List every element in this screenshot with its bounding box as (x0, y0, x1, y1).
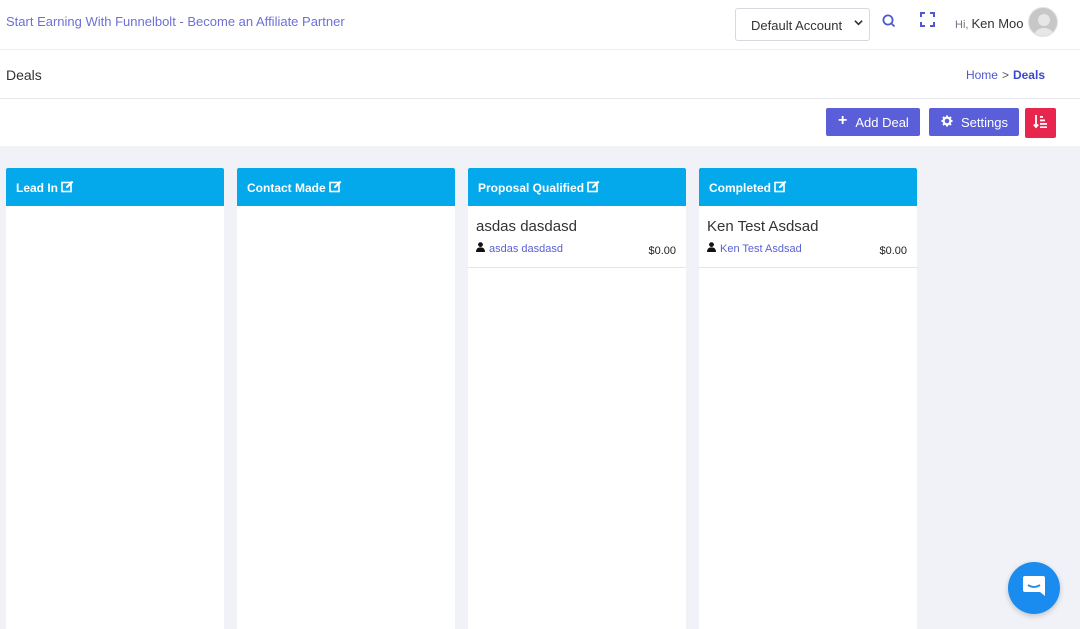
column-header: Proposal Qualified (468, 168, 686, 206)
settings-button[interactable]: Settings (929, 108, 1019, 136)
deal-contact-name: Ken Test Asdsad (720, 242, 802, 255)
user-greeting[interactable]: Hi, Ken Moo (955, 16, 1024, 31)
column-title: Contact Made (247, 181, 326, 195)
chevron-down-icon (854, 18, 863, 30)
sort-amount-icon (1033, 114, 1048, 132)
breadcrumb-home-link[interactable]: Home (966, 68, 998, 82)
deal-contact-link[interactable]: Ken Test Asdsad (707, 242, 802, 255)
add-deal-label: Add Deal (855, 114, 909, 130)
affiliate-promo-link[interactable]: Start Earning With Funnelbolt - Become a… (6, 14, 345, 29)
account-select[interactable]: Default Account (735, 8, 870, 41)
deal-amount: $0.00 (648, 245, 676, 257)
deal-title: Ken Test Asdsad (707, 218, 819, 235)
breadcrumb: Home > Deals (966, 68, 1045, 82)
deal-amount: $0.00 (879, 245, 907, 257)
add-deal-button[interactable]: + Add Deal (826, 108, 920, 136)
person-icon (476, 242, 485, 255)
column-header: Lead In (6, 168, 224, 206)
breadcrumb-separator: > (1001, 68, 1009, 82)
toolbar: + Add Deal Settings (0, 99, 1080, 146)
column-contact-made: Contact Made (237, 168, 455, 629)
gear-icon (941, 115, 953, 130)
settings-label: Settings (961, 114, 1008, 130)
page-title: Deals (6, 67, 42, 83)
account-select-value: Default Account (751, 18, 843, 33)
greeting-prefix: Hi, (955, 19, 969, 31)
avatar[interactable] (1028, 7, 1058, 37)
column-completed: Completed Ken Test Asdsad Ken Test Asdsa… (699, 168, 917, 629)
column-proposal-qualified: Proposal Qualified asdas dasdasd asdas d… (468, 168, 686, 629)
edit-icon[interactable] (774, 180, 787, 196)
column-title: Proposal Qualified (478, 181, 585, 195)
page-header: Deals Home > Deals (0, 50, 1080, 99)
column-header: Completed (699, 168, 917, 206)
deal-contact-name: asdas dasdasd (489, 242, 563, 255)
edit-icon[interactable] (587, 180, 600, 196)
column-title: Completed (709, 181, 772, 195)
top-bar: Start Earning With Funnelbolt - Become a… (0, 0, 1080, 50)
user-name: Ken Moo (971, 16, 1024, 31)
edit-icon[interactable] (61, 180, 74, 196)
sort-button[interactable] (1025, 108, 1056, 138)
person-icon (707, 242, 716, 255)
column-lead-in: Lead In (6, 168, 224, 629)
chat-launcher-button[interactable] (1008, 562, 1060, 614)
deal-card[interactable]: Ken Test Asdsad Ken Test Asdsad $0.00 (699, 206, 917, 268)
deal-card[interactable]: asdas dasdasd asdas dasdasd $0.00 (468, 206, 686, 268)
column-title: Lead In (16, 181, 59, 195)
deal-title: asdas dasdasd (476, 218, 577, 235)
plus-icon: + (838, 112, 848, 129)
deal-contact-link[interactable]: asdas dasdasd (476, 242, 563, 255)
search-icon[interactable] (882, 14, 896, 28)
column-header: Contact Made (237, 168, 455, 206)
chat-icon (1021, 574, 1047, 603)
breadcrumb-current: Deals (1012, 68, 1045, 82)
edit-icon[interactable] (328, 180, 342, 196)
fullscreen-icon[interactable] (920, 12, 935, 27)
